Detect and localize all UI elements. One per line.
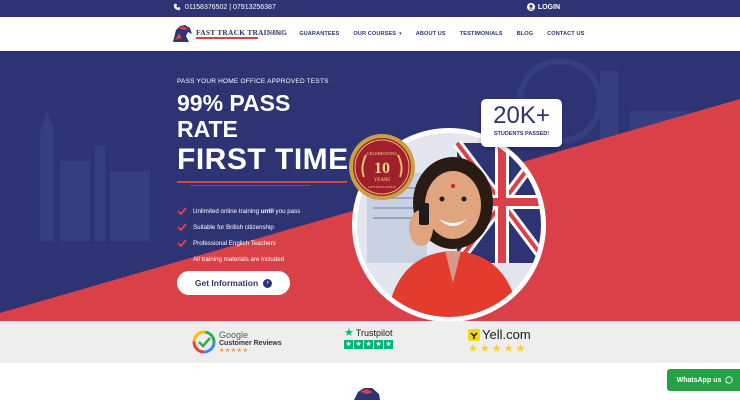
headline-line-2: RATE bbox=[177, 116, 238, 142]
phone-contact[interactable]: 01158376502 | 07913256387 bbox=[173, 3, 276, 11]
star-icon: ★ bbox=[354, 340, 363, 349]
students-passed-label: STUDENTS PASSED! bbox=[493, 131, 550, 137]
feature-text: Suitable for British citizenship bbox=[193, 223, 274, 231]
nav-guarantees[interactable]: GUARANTEES bbox=[299, 31, 339, 37]
headline-line-1: 99% PASS bbox=[177, 90, 291, 116]
nav-blog[interactable]: BLOG bbox=[517, 31, 534, 37]
feature-text: All training materials are included bbox=[193, 255, 285, 263]
google-text-block: Google Customer Reviews ★★★★★ bbox=[219, 330, 282, 354]
google-customer-reviews: Customer Reviews bbox=[219, 340, 282, 347]
site-logo[interactable]: FAST TRACK TRAINING bbox=[170, 22, 287, 46]
trustpilot-badge[interactable]: ★ Trustpilot ★ ★ ★ ★ ★ bbox=[344, 328, 393, 356]
google-stars: ★★★★★ bbox=[219, 348, 249, 354]
badge-number: 10 bbox=[374, 160, 390, 177]
feature-item: All training materials are included bbox=[177, 251, 300, 267]
phone-numbers: 01158376502 | 07913256387 bbox=[185, 3, 276, 11]
trustpilot-brand: Trustpilot bbox=[355, 328, 393, 338]
headline-underline bbox=[177, 181, 347, 183]
yell-logo: Yell.com bbox=[468, 327, 531, 342]
check-icon bbox=[177, 207, 187, 215]
user-icon bbox=[526, 3, 535, 11]
students-passed-count: 20K+ bbox=[493, 102, 550, 129]
google-check-icon bbox=[192, 330, 216, 354]
headline-underline-thin bbox=[190, 185, 310, 186]
phone-icon bbox=[173, 3, 181, 11]
trustpilot-rating-stars: ★ ★ ★ ★ ★ bbox=[344, 340, 393, 349]
nav-testimonials[interactable]: TESTIMONIALS bbox=[460, 31, 503, 37]
students-passed-card: 20K+ STUDENTS PASSED! bbox=[481, 99, 562, 147]
nav-menu: HOME GUARANTEES OUR COURSES ▾ ABOUT US TE… bbox=[268, 17, 598, 51]
yell-face-icon bbox=[468, 328, 480, 341]
hero-headline: 99% PASS RATE bbox=[177, 90, 290, 142]
google-reviews-badge[interactable]: Google Customer Reviews ★★★★★ bbox=[192, 328, 282, 356]
check-icon bbox=[177, 223, 187, 231]
chevron-down-icon: ▾ bbox=[399, 31, 402, 37]
yell-stars: ★★★★★ bbox=[468, 343, 528, 355]
yell-brand: Yell.com bbox=[482, 327, 531, 342]
login-link[interactable]: LOGIN bbox=[526, 3, 560, 11]
star-icon: ★ bbox=[384, 340, 393, 349]
nav-about-us[interactable]: ABOUT US bbox=[416, 31, 446, 37]
logo-underline bbox=[196, 37, 258, 39]
feature-item: Professional English Teachers bbox=[177, 235, 300, 251]
feature-list: Unlimited online training until you pass… bbox=[177, 203, 300, 267]
feature-text-post: you pass bbox=[273, 207, 301, 215]
nav-contact-us[interactable]: CONTACT US bbox=[547, 31, 584, 37]
nav-our-courses-label: OUR COURSES bbox=[353, 31, 397, 37]
badge-bottom-text: OF EXCELLENCE bbox=[368, 185, 396, 189]
get-information-button[interactable]: Get Information › bbox=[177, 271, 290, 295]
feature-item: Suitable for British citizenship bbox=[177, 219, 300, 235]
badge-years: YEARS bbox=[374, 178, 391, 183]
feature-item: Unlimited online training until you pass bbox=[177, 203, 300, 219]
whatsapp-button[interactable]: WhatsApp us bbox=[667, 369, 740, 391]
trustpilot-star-icon: ★ bbox=[344, 327, 354, 339]
hero-kicker: PASS YOUR HOME OFFICE APPROVED TESTS bbox=[177, 78, 329, 85]
ten-years-badge: CELEBRATING 10 YEARS OF EXCELLENCE bbox=[349, 134, 415, 200]
trustpilot-logo: ★ Trustpilot bbox=[344, 327, 393, 339]
main-navigation: FAST TRACK TRAINING HOME GUARANTEES OUR … bbox=[0, 17, 740, 51]
reviews-strip: Google Customer Reviews ★★★★★ ★ Trustpil… bbox=[0, 321, 740, 363]
star-icon: ★ bbox=[344, 340, 353, 349]
badge-top-text: CELEBRATING bbox=[367, 151, 398, 156]
feature-text-bold: until bbox=[260, 207, 274, 215]
feature-text: Unlimited online training until you pass bbox=[193, 208, 300, 215]
feature-text-pre: Unlimited online training bbox=[193, 207, 261, 215]
yell-badge[interactable]: Yell.com ★★★★★ bbox=[468, 327, 531, 355]
nav-our-courses[interactable]: OUR COURSES ▾ bbox=[353, 31, 401, 37]
top-bar: 01158376502 | 07913256387 LOGIN bbox=[0, 0, 740, 17]
google-brand: Google bbox=[219, 330, 249, 340]
check-icon bbox=[177, 239, 187, 247]
feature-text: Professional English Teachers bbox=[193, 239, 276, 247]
footer-logo-partial bbox=[354, 388, 380, 400]
headline-line-3: FIRST TIME bbox=[177, 143, 349, 176]
nav-home[interactable]: HOME bbox=[268, 31, 285, 37]
whatsapp-label: WhatsApp us bbox=[676, 376, 722, 384]
login-label: LOGIN bbox=[537, 3, 560, 11]
star-icon: ★ bbox=[374, 340, 383, 349]
lion-logo-icon bbox=[173, 25, 192, 42]
star-icon: ★ bbox=[364, 340, 373, 349]
hero-section: PASS YOUR HOME OFFICE APPROVED TESTS 99%… bbox=[0, 51, 740, 321]
whatsapp-icon bbox=[725, 376, 733, 384]
arrow-right-icon: › bbox=[263, 278, 273, 288]
cta-label: Get Information bbox=[194, 278, 259, 288]
